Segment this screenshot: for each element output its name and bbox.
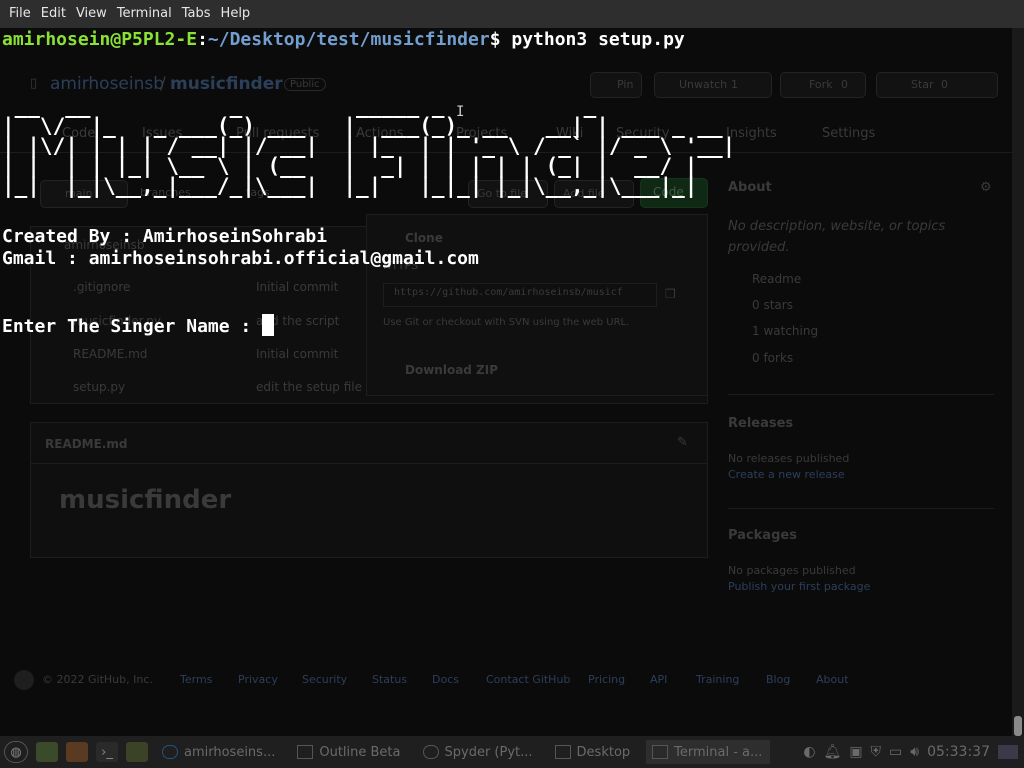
menu-terminal[interactable]: Terminal [112,0,177,28]
prompt-user-host: amirhosein@P5PL2-E [2,29,198,50]
gmail-line: Gmail : amirhoseinsohrabi.official@gmail… [2,248,479,269]
terminal-scrollbar[interactable] [1012,28,1024,736]
notification-bell-icon[interactable]: 🔔︎ [824,744,842,760]
outline-task-icon [297,745,314,759]
input-line[interactable]: Enter The Singer Name : [2,314,275,337]
files-launcher-icon[interactable] [126,742,148,762]
clipboard-icon[interactable]: ▣ [849,744,862,760]
task-browser[interactable]: amirhoseins... [156,740,283,764]
prompt-char: $ [489,29,512,50]
show-desktop-icon[interactable] [36,742,58,762]
menu-view[interactable]: View [71,0,112,28]
start-menu-icon[interactable]: ◍ [4,741,28,763]
mouse-ibeam-icon: I [456,104,465,120]
input-prompt: Enter The Singer Name : [2,316,263,337]
desktop-task-icon [554,745,571,759]
task-terminal[interactable]: Terminal - a... [646,740,771,764]
ascii-banner: __ __ _ _____ _ _ | \/ |_ _ ___(_) ___ |… [2,96,736,198]
tray-app-icon[interactable]: ◐ [803,744,815,760]
clock[interactable]: 05:33:37 [927,744,990,760]
banner-line: |_| |_|\__,_|___/_|\___| |_| |_|_| |_|\_… [2,174,736,198]
prompt-path: ~/Desktop/test/musicfinder [207,29,490,50]
task-label: Terminal - a... [674,744,763,760]
terminal-task-icon [652,745,669,759]
task-label: amirhoseins... [184,744,276,760]
menu-file[interactable]: File [4,0,36,28]
task-outline[interactable]: Outline Beta [291,740,408,764]
task-label: Outline Beta [319,744,401,760]
scrollbar-thumb[interactable] [1014,716,1022,736]
browser-task-icon [162,745,178,759]
menu-edit[interactable]: Edit [36,0,71,28]
menubar: File Edit View Terminal Tabs Help [0,0,1024,28]
terminal-launcher-icon[interactable]: ›_ [96,742,118,762]
system-tray: ◐ 🔔︎ ▣ ⛨ ▭ 🔊︎ 05:33:37 [799,744,1024,760]
terminal-view[interactable]: amirhosein@P5PL2-E:~/Desktop/test/musicf… [0,28,1012,736]
task-label: Desktop [576,744,631,760]
taskbar: ◍ ›_ amirhoseins... Outline Beta Spyder … [0,736,1024,768]
task-spyder[interactable]: Spyder (Pyt... [417,740,541,764]
task-label: Spyder (Pyt... [444,744,533,760]
text-cursor [262,314,275,336]
display-icon[interactable]: ▭ [889,744,902,760]
command-line: amirhosein@P5PL2-E:~/Desktop/test/musicf… [2,29,685,50]
volume-icon[interactable]: 🔊︎ [910,744,919,760]
firefox-launcher-icon[interactable] [66,742,88,762]
keyboard-layout-flag-icon[interactable] [998,745,1018,759]
created-by-line: Created By : AmirhoseinSohrabi [2,226,328,247]
command-text: python3 setup.py [511,29,685,50]
menu-tabs[interactable]: Tabs [177,0,216,28]
task-desktop[interactable]: Desktop [549,740,639,764]
menu-help[interactable]: Help [216,0,256,28]
vpn-shield-icon[interactable]: ⛨ [871,744,882,760]
spyder-task-icon [422,745,439,759]
